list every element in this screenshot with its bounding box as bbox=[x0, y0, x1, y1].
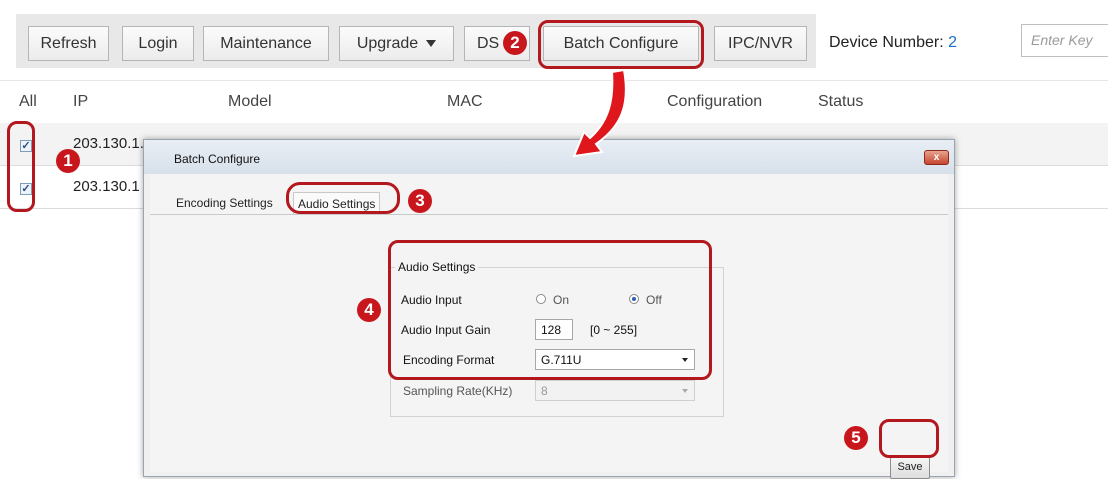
col-configuration: Configuration bbox=[667, 93, 763, 110]
highlight-save bbox=[879, 419, 939, 458]
callout-3-badge: 3 bbox=[408, 189, 432, 213]
dialog-title: Batch Configure bbox=[174, 152, 261, 166]
save-button[interactable]: Save bbox=[890, 455, 930, 479]
device-number: Device Number: 2 bbox=[829, 34, 957, 52]
device-number-value: 2 bbox=[948, 34, 958, 51]
highlight-audio-tab bbox=[286, 182, 400, 214]
sampling-rate-label: Sampling Rate(KHz) bbox=[403, 384, 513, 398]
callout-arrow-icon bbox=[572, 68, 627, 158]
callout-2-badge: 2 bbox=[503, 31, 527, 55]
tab-encoding-settings[interactable]: Encoding Settings bbox=[172, 192, 277, 214]
refresh-button[interactable]: Refresh bbox=[28, 26, 109, 61]
caret-down-icon bbox=[426, 40, 437, 47]
device-number-label: Device Number: bbox=[829, 34, 944, 51]
highlight-audio-fields bbox=[388, 240, 712, 380]
col-model: Model bbox=[228, 93, 272, 110]
login-button[interactable]: Login bbox=[122, 26, 194, 61]
col-all[interactable]: All bbox=[19, 93, 37, 111]
callout-4-badge: 4 bbox=[357, 298, 381, 322]
upgrade-label: Upgrade bbox=[356, 34, 419, 52]
row2-ip: 203.130.1 bbox=[73, 178, 140, 195]
header-separator bbox=[0, 80, 1108, 81]
row1-ip: 203.130.1. bbox=[73, 135, 144, 152]
col-status: Status bbox=[818, 93, 864, 110]
upgrade-dropdown[interactable]: Upgrade bbox=[339, 26, 454, 61]
search-input[interactable]: Enter Key bbox=[1021, 24, 1108, 57]
col-ip: IP bbox=[73, 93, 89, 110]
sampling-rate-value: 8 bbox=[541, 384, 548, 398]
callout-1-badge: 1 bbox=[56, 149, 80, 173]
highlight-checkboxes bbox=[7, 121, 35, 212]
ipc-nvr-button[interactable]: IPC/NVR bbox=[714, 26, 807, 61]
col-mac: MAC bbox=[447, 93, 483, 110]
sampling-rate-select: 8 bbox=[535, 380, 695, 401]
chevron-down-icon bbox=[682, 389, 688, 393]
maintenance-button[interactable]: Maintenance bbox=[203, 26, 329, 61]
callout-5-badge: 5 bbox=[844, 426, 868, 450]
tab-rule bbox=[150, 214, 948, 215]
close-icon[interactable]: x bbox=[924, 150, 949, 165]
dialog-titlebar[interactable] bbox=[144, 140, 954, 174]
highlight-batch-configure bbox=[538, 20, 704, 69]
